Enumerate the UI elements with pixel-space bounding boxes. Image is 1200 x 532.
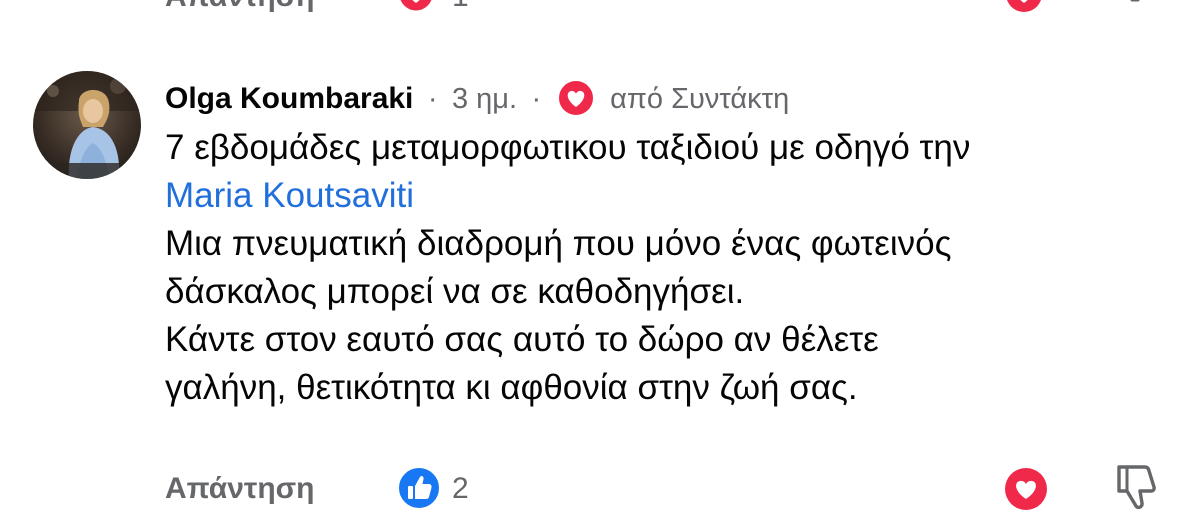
comment-text-line: 7 εβδομάδες μεταμορφωτικου ταξιδιού με ο… xyxy=(165,128,971,167)
previous-comment-actions: Απάντηση 1 xyxy=(0,0,1200,14)
comment-text-line: Κάντε στον εαυτό σας αυτό το δώρο αν θέλ… xyxy=(165,320,879,359)
heart-icon xyxy=(397,0,435,14)
thumbs-up-icon xyxy=(397,466,441,510)
avatar-photo xyxy=(33,71,141,179)
mention-link[interactable]: Maria Koutsaviti xyxy=(165,172,1175,220)
comment-view: Απάντηση 1 xyxy=(0,0,1200,532)
heart-icon xyxy=(556,79,595,117)
thumbs-down-icon[interactable] xyxy=(1111,461,1161,513)
separator: · xyxy=(531,83,542,115)
comment-body: 7 εβδομάδες μεταμορφωτικου ταξιδιού με ο… xyxy=(165,124,1175,412)
love-react-icon[interactable] xyxy=(1004,0,1044,14)
love-react-icon[interactable] xyxy=(1003,466,1049,512)
thumbs-down-icon[interactable] xyxy=(1118,0,1154,6)
comment-text-line: γαλήνη, θετικότητα κι αφθονία στην ζωή σ… xyxy=(165,368,858,407)
comment-timestamp[interactable]: 3 ημ. xyxy=(452,83,517,115)
separator: · xyxy=(427,83,438,115)
previous-reaction-count: 1 xyxy=(452,0,469,14)
comment-header: Olga Koumbaraki · 3 ημ. · από Συντάκτη xyxy=(165,78,789,118)
reply-button[interactable]: Απάντηση xyxy=(165,472,315,506)
author-name[interactable]: Olga Koumbaraki xyxy=(165,82,413,115)
comment-text-line: δάσκαλος μπορεί να σε καθοδηγήσει. xyxy=(165,272,745,311)
comment-text-line: Μια πνευματική διαδρομή που μόνο ένας φω… xyxy=(165,224,952,263)
previous-reply-link[interactable]: Απάντηση xyxy=(165,0,315,14)
avatar[interactable] xyxy=(33,71,141,179)
author-liked-label: από Συντάκτη xyxy=(610,83,790,115)
like-count[interactable]: 2 xyxy=(452,472,469,506)
